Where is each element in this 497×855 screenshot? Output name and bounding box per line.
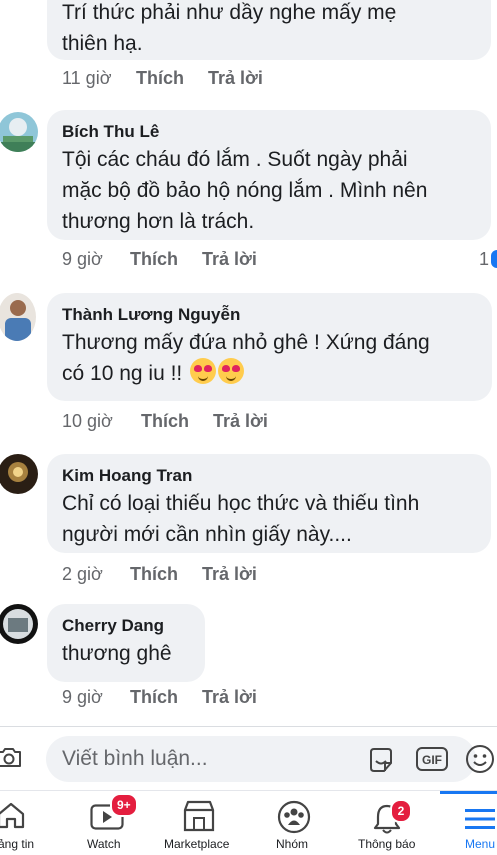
comment-author[interactable]: Kim Hoang Tran	[62, 465, 477, 487]
like-reaction-icon	[491, 250, 497, 268]
active-tab-indicator	[440, 791, 497, 794]
comment-composer: GIF	[0, 726, 497, 791]
reply-link[interactable]: Trả lời	[202, 249, 257, 270]
heart-eyes-emoji-icon	[218, 358, 245, 384]
like-link[interactable]: Thích	[136, 68, 184, 89]
nav-label: Menu	[465, 837, 496, 851]
menu-icon	[465, 809, 495, 829]
like-link[interactable]: Thích	[130, 687, 178, 708]
comment-author[interactable]: Bích Thu Lê	[62, 121, 477, 143]
reply-link[interactable]: Trả lời	[208, 68, 263, 89]
reaction-count-value: 1	[478, 249, 489, 269]
watch-badge: 9+	[110, 793, 138, 817]
comment-time: 9 giờ	[62, 687, 103, 707]
comment-meta: 10 giờ Thích Trả lời	[62, 411, 292, 432]
comment-bubble[interactable]: Bích Thu Lê Tội các cháu đó lắm . Suốt n…	[47, 110, 491, 240]
comment-meta: 11 giờ Thích Trả lời	[62, 68, 287, 89]
heart-eyes-emoji-icon	[190, 358, 217, 384]
comment-input[interactable]	[46, 736, 476, 782]
comment-author[interactable]: Cherry Dang	[62, 615, 191, 637]
like-link[interactable]: Thích	[130, 249, 178, 270]
nav-label: Watch	[87, 837, 121, 851]
reply-link[interactable]: Trả lời	[213, 411, 268, 432]
comment-text: Chỉ có loại thiếu học thức và thiếu tình…	[62, 492, 420, 546]
comment-bubble[interactable]: Kim Hoang Tran Chỉ có loại thiếu học thứ…	[47, 454, 491, 553]
reply-link[interactable]: Trả lời	[202, 564, 257, 585]
reaction-count[interactable]: 1	[479, 249, 497, 270]
notifications-badge: 2	[390, 799, 412, 823]
avatar[interactable]	[0, 112, 38, 152]
emoji-icon[interactable]	[465, 744, 495, 774]
comment-bubble[interactable]: Trí thức phải như dầy nghe mấy mẹ thiên …	[47, 0, 491, 60]
comment-meta: 9 giờ Thích Trả lời	[62, 687, 281, 708]
comment-time: 11 giờ	[62, 68, 112, 88]
comment-bubble[interactable]: Cherry Dang thương ghê	[47, 604, 205, 682]
like-link[interactable]: Thích	[130, 564, 178, 585]
comment-meta: 9 giờ Thích Trả lời	[62, 249, 281, 270]
bottom-nav: ảng tin 9+ Watch Marketplace Nhóm 2 Thôn…	[0, 790, 497, 855]
avatar[interactable]	[0, 454, 38, 494]
comment-meta: 2 giờ Thích Trả lời	[62, 564, 281, 585]
comment-text: Trí thức phải như dầy nghe mấy mẹ thiên …	[62, 1, 397, 55]
comment-text: Thương mấy đứa nhỏ ghê ! Xứng đáng có 10…	[62, 327, 478, 389]
marketplace-icon	[183, 800, 215, 832]
reply-link[interactable]: Trả lời	[202, 687, 257, 708]
nav-label: Marketplace	[164, 837, 230, 851]
comment-text-body: Thương mấy đứa nhỏ ghê ! Xứng đáng có 10…	[62, 331, 430, 385]
avatar[interactable]	[0, 293, 36, 341]
nav-label: ảng tin	[0, 837, 35, 851]
comment-time: 9 giờ	[62, 249, 103, 269]
home-icon	[0, 802, 25, 829]
svg-text:GIF: GIF	[422, 753, 442, 767]
comment-time: 2 giờ	[62, 564, 103, 584]
comment-time: 10 giờ	[62, 411, 113, 431]
comment-text: Tội các cháu đó lắm . Suốt ngày phải mặc…	[62, 148, 428, 233]
sticker-icon[interactable]	[367, 746, 395, 774]
groups-icon	[277, 800, 311, 834]
comment-text: thương ghê	[62, 642, 172, 665]
comment-author[interactable]: Thành Lương Nguyễn	[62, 304, 478, 326]
gif-icon[interactable]: GIF	[416, 747, 448, 771]
camera-icon[interactable]	[0, 746, 22, 768]
avatar[interactable]	[0, 604, 38, 644]
comment-bubble[interactable]: Thành Lương Nguyễn Thương mấy đứa nhỏ gh…	[47, 293, 492, 401]
like-link[interactable]: Thích	[141, 411, 189, 432]
nav-label: Nhóm	[276, 837, 309, 851]
nav-label: Thông báo	[358, 837, 416, 851]
